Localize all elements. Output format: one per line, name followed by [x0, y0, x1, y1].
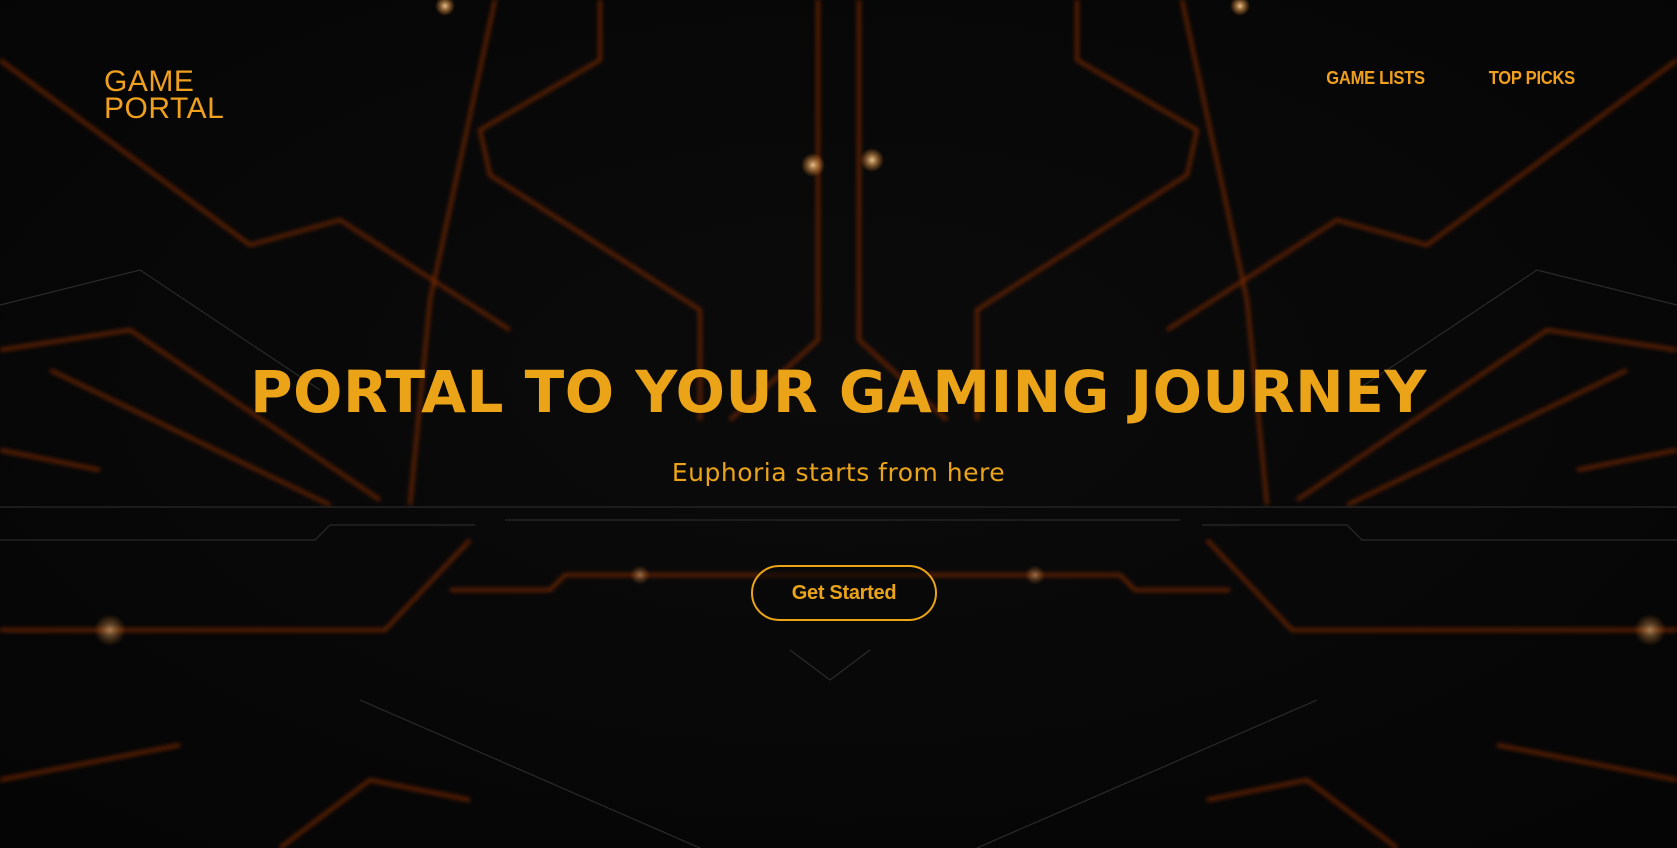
logo-line-2: PORTAL: [104, 92, 225, 125]
top-navigation: GAME LISTS TOP PICKS: [1322, 68, 1579, 89]
hero-subtitle: Euphoria starts from here: [671, 458, 1006, 487]
hero-title: PORTAL TO YOUR GAMING JOURNEY: [250, 358, 1427, 426]
logo-line-1: GAME: [104, 65, 195, 98]
nav-game-lists-link[interactable]: GAME LISTS: [1327, 68, 1426, 89]
get-started-button[interactable]: Get Started: [751, 565, 937, 621]
nav-top-picks-link[interactable]: TOP PICKS: [1489, 68, 1575, 89]
game-portal-logo[interactable]: GAME PORTAL: [104, 65, 234, 125]
